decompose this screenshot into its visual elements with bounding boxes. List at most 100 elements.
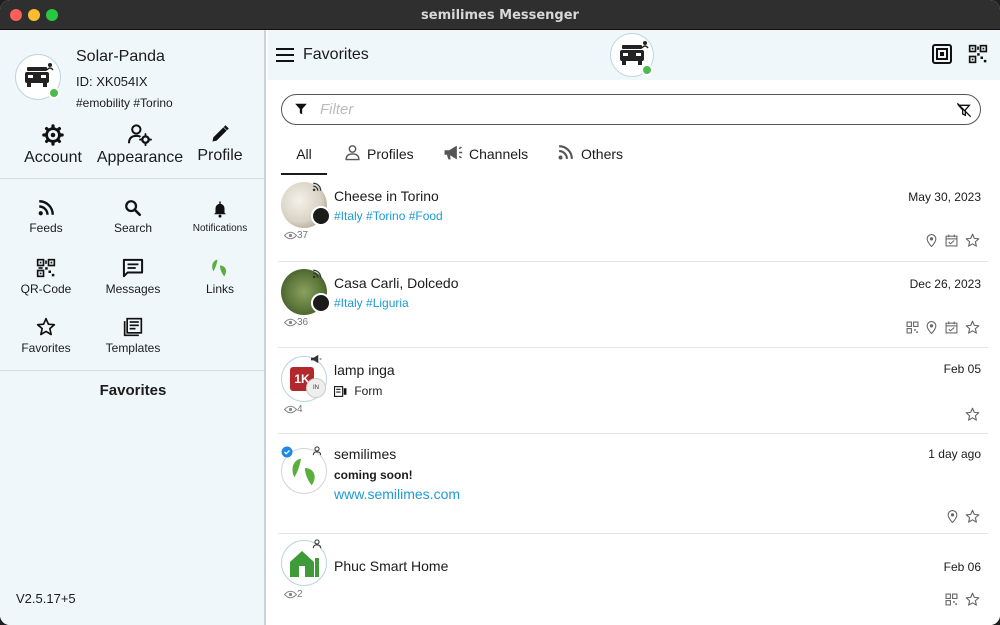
person-icon — [312, 539, 322, 549]
megaphone-icon — [444, 145, 463, 160]
calendar-icon[interactable] — [945, 321, 958, 334]
hamburger-menu-icon[interactable] — [276, 47, 294, 63]
item-date: Feb 05 — [943, 362, 981, 376]
semilimes-logo-icon — [292, 458, 315, 486]
item-tags: #Italy #Torino #Food — [334, 209, 443, 223]
star-icon[interactable] — [965, 509, 980, 524]
car-icon — [25, 63, 54, 87]
search-label: Search — [113, 221, 153, 235]
star-icon[interactable] — [965, 592, 980, 607]
profile-label: Profile — [197, 147, 243, 164]
sidebar-item-feeds[interactable]: Feeds — [2, 199, 90, 235]
rss-icon — [558, 145, 573, 160]
sidebar-item-favorites[interactable]: Favorites — [2, 317, 90, 355]
filter-icon — [295, 103, 307, 115]
main-header: Favorites — [268, 30, 1000, 80]
sidebar-item-qr-code[interactable]: QR-Code — [2, 258, 90, 296]
qr-code-icon — [36, 258, 56, 278]
item-name: lamp inga — [334, 362, 395, 378]
tab-channels[interactable]: Channels — [443, 135, 537, 175]
view-count: 2 — [283, 589, 303, 600]
profile-avatar[interactable] — [15, 54, 61, 100]
star-icon — [36, 317, 56, 336]
qr-scan-icon[interactable] — [968, 44, 988, 64]
account-button[interactable]: Account — [14, 124, 92, 167]
sidebar: Solar-Panda ID: XK054IX #emobility #Tori… — [0, 30, 266, 625]
item-actions — [962, 406, 980, 424]
location-pin-icon[interactable] — [926, 321, 937, 335]
eye-icon — [283, 231, 298, 240]
account-label: Account — [24, 149, 82, 166]
favorites-label: Favorites — [21, 341, 71, 355]
channel-badge — [311, 293, 331, 313]
person-icon — [312, 446, 322, 456]
item-link[interactable]: www.semilimes.com — [334, 486, 460, 502]
tab-all-label: All — [296, 146, 312, 162]
main-panel: Favorites Filter All Profiles Channels O… — [268, 30, 1000, 625]
sidebar-item-links[interactable]: Links — [176, 258, 264, 296]
semilimes-logo-icon — [212, 259, 227, 277]
item-actions — [944, 508, 980, 526]
title-bar: semilimes Messenger — [0, 0, 1000, 30]
sidebar-item-templates[interactable]: Templates — [89, 317, 177, 355]
qr-code-icon[interactable] — [945, 593, 958, 606]
appearance-label: Appearance — [96, 149, 184, 166]
sidebar-item-notifications[interactable]: Notifications — [176, 199, 264, 234]
form-icon — [334, 386, 347, 398]
page-title: Favorites — [303, 46, 369, 63]
gear-icon — [42, 124, 64, 146]
clear-filter-icon[interactable] — [956, 102, 972, 118]
location-pin-icon[interactable] — [926, 234, 937, 248]
item-subtitle-text: Form — [354, 384, 383, 398]
location-pin-icon[interactable] — [947, 510, 958, 524]
app-version: V2.5.17+5 — [16, 591, 76, 606]
star-icon[interactable] — [965, 233, 980, 248]
list-item[interactable]: 1K IN lamp inga Feb 05 Form 4 — [278, 348, 988, 434]
favorites-tabs: All Profiles Channels Others — [281, 135, 981, 175]
star-icon[interactable] — [965, 320, 980, 335]
list-item[interactable]: Cheese in Torino May 30, 2023 #Italy #To… — [278, 176, 988, 262]
view-count-value: 4 — [297, 404, 303, 415]
calendar-icon[interactable] — [945, 234, 958, 247]
channel-badge: IN — [306, 378, 326, 398]
profile-name: Solar-Panda — [76, 48, 165, 65]
tab-all[interactable]: All — [281, 135, 327, 175]
header-profile-avatar[interactable] — [610, 33, 654, 77]
star-icon[interactable] — [965, 407, 980, 422]
messages-label: Messages — [105, 282, 161, 296]
sidebar-item-messages[interactable]: Messages — [89, 258, 177, 296]
view-count-value: 2 — [297, 589, 303, 600]
profile-id: ID: XK054IX — [76, 74, 148, 89]
channel-badge — [311, 206, 331, 226]
user-settings-icon — [128, 124, 152, 146]
item-actions — [903, 319, 980, 337]
nfc-icon[interactable] — [932, 44, 952, 64]
profile-tags: #emobility #Torino — [76, 96, 173, 110]
profile-button[interactable]: Profile — [186, 124, 254, 165]
search-icon — [125, 200, 142, 217]
view-count-value: 37 — [297, 230, 309, 241]
rss-icon — [38, 200, 54, 216]
sidebar-divider — [0, 370, 264, 371]
view-count: 37 — [283, 230, 309, 241]
list-item[interactable]: semilimes 1 day ago coming soon! www.sem… — [278, 434, 988, 534]
tab-profiles[interactable]: Profiles — [344, 135, 424, 175]
view-count-value: 36 — [297, 317, 309, 328]
filter-input[interactable] — [320, 101, 920, 118]
list-item[interactable]: Casa Carli, Dolcedo Dec 26, 2023 #Italy … — [278, 262, 988, 348]
tab-others[interactable]: Others — [557, 135, 637, 175]
notifications-label: Notifications — [192, 223, 248, 234]
list-item[interactable]: Phuc Smart Home Feb 06 2 — [278, 534, 988, 620]
sidebar-item-search[interactable]: Search — [89, 199, 177, 235]
item-date: Feb 06 — [943, 560, 981, 574]
eye-icon — [283, 318, 298, 327]
eye-icon — [283, 405, 298, 414]
smart-home-icon — [290, 551, 319, 577]
item-actions — [942, 591, 980, 609]
appearance-button[interactable]: Appearance — [94, 124, 186, 167]
bell-icon — [214, 201, 226, 218]
item-name: semilimes — [334, 446, 397, 462]
online-status-dot — [641, 64, 653, 76]
qr-code-icon[interactable] — [906, 321, 919, 334]
person-icon — [345, 145, 360, 161]
